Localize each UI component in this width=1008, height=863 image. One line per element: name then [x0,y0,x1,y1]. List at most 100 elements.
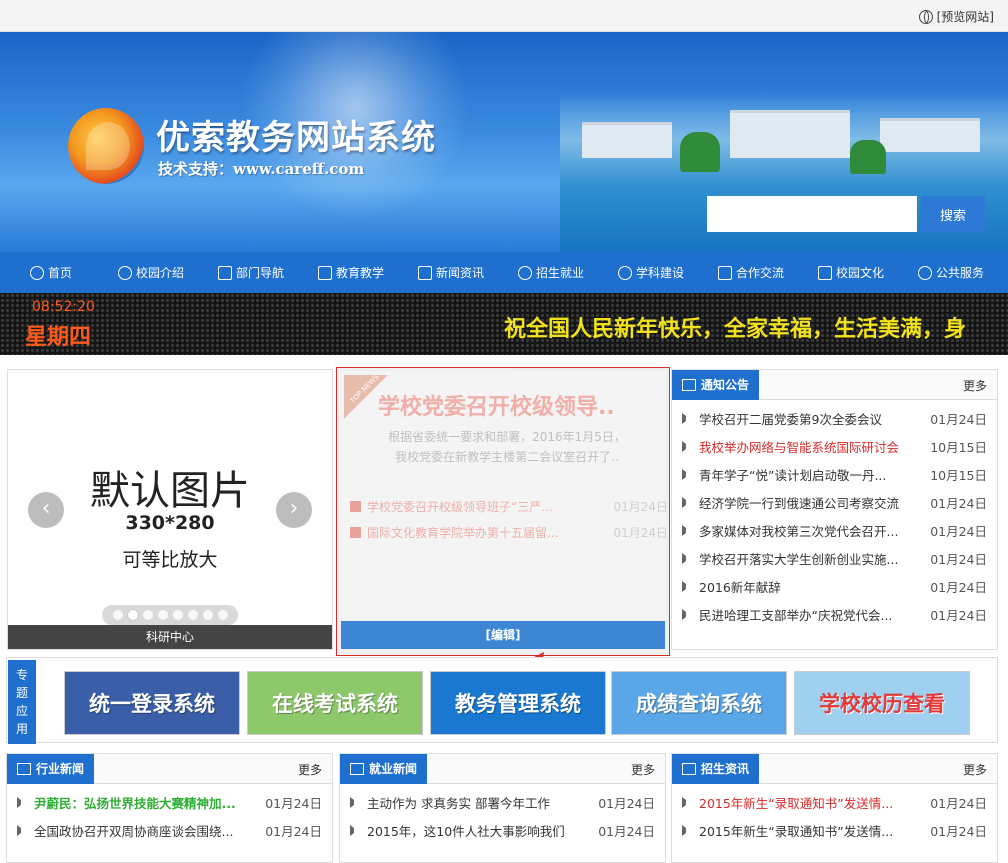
pie-icon [518,265,532,280]
image-icon [350,763,364,775]
nav-item-home[interactable]: 首页 [30,252,72,293]
more-link[interactable]: 更多 [963,761,987,778]
list-item[interactable]: 青年学子“悦”读计划启动敬一丹... 10月15日 [682,460,987,488]
item-title: 民进哈理工支部举办“庆祝党代会... [699,607,893,623]
item-title: 2015年，这10件人社大事影响我们 [367,823,565,839]
admission-header: 招生资讯 更多 [672,754,997,784]
preview-site-link[interactable]: [预览网站] [918,8,994,25]
slider-dot[interactable] [187,610,198,620]
more-link[interactable]: 更多 [963,377,987,394]
globe-icon [618,265,632,280]
tab-industry-news[interactable]: 行业新闻 [7,754,95,784]
book-icon [218,265,232,280]
apps-label-char: 题 [15,686,28,700]
list-item[interactable]: 2015年，这10件人社大事影响我们 01月24日 [350,816,655,844]
nav-item-admission[interactable]: 招生就业 [518,252,584,293]
slider-placeholder-note: 可等比放大 [122,549,218,571]
speaker-icon [682,468,693,480]
pie-icon [918,265,932,280]
app-tile[interactable]: 学校校历查看 [794,671,970,735]
tab-admission[interactable]: 招生资讯 [672,754,760,784]
app-tile[interactable]: 成绩查询系统 [611,671,787,735]
ticker-text: 祝全国人民新年快乐，全家幸福，生活美满，身 [504,317,967,342]
nav-label: 校园文化 [836,266,885,280]
list-item[interactable]: 主动作为 求真务实 部署今年工作 01月24日 [350,788,655,816]
slider-pagination [102,605,238,625]
list-item[interactable]: 学校召开落实大学生创新创业实施... 01月24日 [682,544,987,572]
item-date: 01月24日 [265,795,322,811]
list-item[interactable]: 民进哈理工支部举办“庆祝党代会... 01月24日 [682,600,987,628]
edit-button[interactable]: [编辑] [341,621,665,649]
nav-item-cooperation[interactable]: 合作交流 [718,252,784,293]
speaker-icon [17,824,28,836]
item-title: 全国政协召开双周协商座谈会围绕... [34,823,234,839]
slider-dot[interactable] [172,610,183,620]
list-item[interactable]: 学校召开二届党委第9次全委会议 01月24日 [682,404,987,432]
tab-notice[interactable]: 通知公告 [672,370,760,400]
slider-next-button[interactable]: › [276,492,312,528]
nav-item-education[interactable]: 教育教学 [318,252,384,293]
apps-label-char: 用 [15,722,28,736]
item-date: 01月24日 [930,579,987,595]
nav-item-campus-intro[interactable]: 校园介绍 [118,252,184,293]
speaker-icon [718,265,732,280]
item-date: 01月24日 [930,823,987,839]
app-tile[interactable]: 统一登录系统 [64,671,240,735]
list-item[interactable]: 学校党委召开校级领导班子“三严... 01月24日 [350,493,668,519]
tab-label: 就业新闻 [369,762,418,776]
site-subtitle: 技术支持：www.careff.com [158,160,365,178]
slider-dot[interactable] [217,610,228,620]
nav-item-disciplines[interactable]: 学科建设 [618,252,684,293]
speaker-icon [682,608,693,620]
more-link[interactable]: 更多 [631,761,655,778]
speaker-icon [682,824,693,836]
search-button[interactable]: 搜索 [921,196,985,232]
more-link[interactable]: 更多 [298,761,322,778]
search-input[interactable] [707,196,917,232]
slider-dot-active[interactable] [127,610,138,620]
item-title: 青年学子“悦”读计划启动敬一丹... [699,467,887,483]
item-date: 01月24日 [598,795,655,811]
featured-desc-line: 我校党委在新教学主楼第二会议室召开了.. [395,450,619,464]
employment-header: 就业新闻 更多 [340,754,665,784]
list-item[interactable]: 全国政协召开双周协商座谈会围绕... 01月24日 [17,816,322,844]
speaker-icon [17,763,31,775]
slider-dot[interactable] [202,610,213,620]
admission-panel: 招生资讯 更多 2015年新生“录取通知书”发送情... 01月24日 2015年新… [671,753,998,863]
nav-item-news[interactable]: 新闻资讯 [418,252,484,293]
item-date: 01月24日 [930,523,987,539]
industry-header: 行业新闻 更多 [7,754,332,784]
employment-list: 主动作为 求真务实 部署今年工作 01月24日 2015年，这10件人社大事影响我们… [340,784,665,844]
list-item[interactable]: 国际文化教育学院举办第十五届留... 01月24日 [350,519,668,545]
clock-time: 08:52:20 [32,299,95,315]
list-item[interactable]: 尹蔚民：弘扬世界技能大赛精神加... 01月24日 [17,788,322,816]
nav-item-culture[interactable]: 校园文化 [818,252,884,293]
slider-dot[interactable] [112,610,123,620]
speaker-icon [682,412,693,424]
slider-dot[interactable] [157,610,168,620]
item-title: 尹蔚民：弘扬世界技能大赛精神加... [34,795,236,811]
site-title: 优索教务网站系统 [156,118,436,158]
app-tile[interactable]: 教务管理系统 [430,671,606,735]
industry-list: 尹蔚民：弘扬世界技能大赛精神加... 01月24日全国政协召开双周协商座谈会围绕.… [7,784,332,844]
speaker-icon [682,496,693,508]
tab-employment-news[interactable]: 就业新闻 [340,754,428,784]
featured-news: TOP NEWS 学校党委召开校级领导.. 根据省委统一要求和部署，2016年1… [336,367,670,656]
featured-list: 学校党委召开校级领导班子“三严... 01月24日 国际文化教育学院举办第十五届留… [350,493,668,545]
notice-panel: 通知公告 更多 学校召开二届党委第9次全委会议 01月24日 我校举办网络与智能系统… [671,369,998,650]
list-item[interactable]: 2015年新生“录取通知书”发送情... 01月24日 [682,816,987,844]
nav-label: 首页 [48,266,73,280]
slider-dot[interactable] [142,610,153,620]
top-bar: [预览网站] [0,0,1008,32]
building [880,118,980,152]
list-item[interactable]: 2016新年献辞 01月24日 [682,572,987,600]
list-item[interactable]: 多家媒体对我校第三次党代会召开... 01月24日 [682,516,987,544]
list-item[interactable]: 经济学院一行到俄速通公司考察交流 01月24日 [682,488,987,516]
nav-item-departments[interactable]: 部门导航 [218,252,284,293]
nav-item-public-service[interactable]: 公共服务 [918,252,984,293]
list-item[interactable]: 2015年新生“录取通知书”发送情... 01月24日 [682,788,987,816]
list-item[interactable]: 我校举办网络与智能系统国际研讨会 10月15日 [682,432,987,460]
app-tile[interactable]: 在线考试系统 [247,671,423,735]
slider-prev-button[interactable]: ‹ [28,492,64,528]
featured-title[interactable]: 学校党委召开校级领导.. [378,389,615,421]
